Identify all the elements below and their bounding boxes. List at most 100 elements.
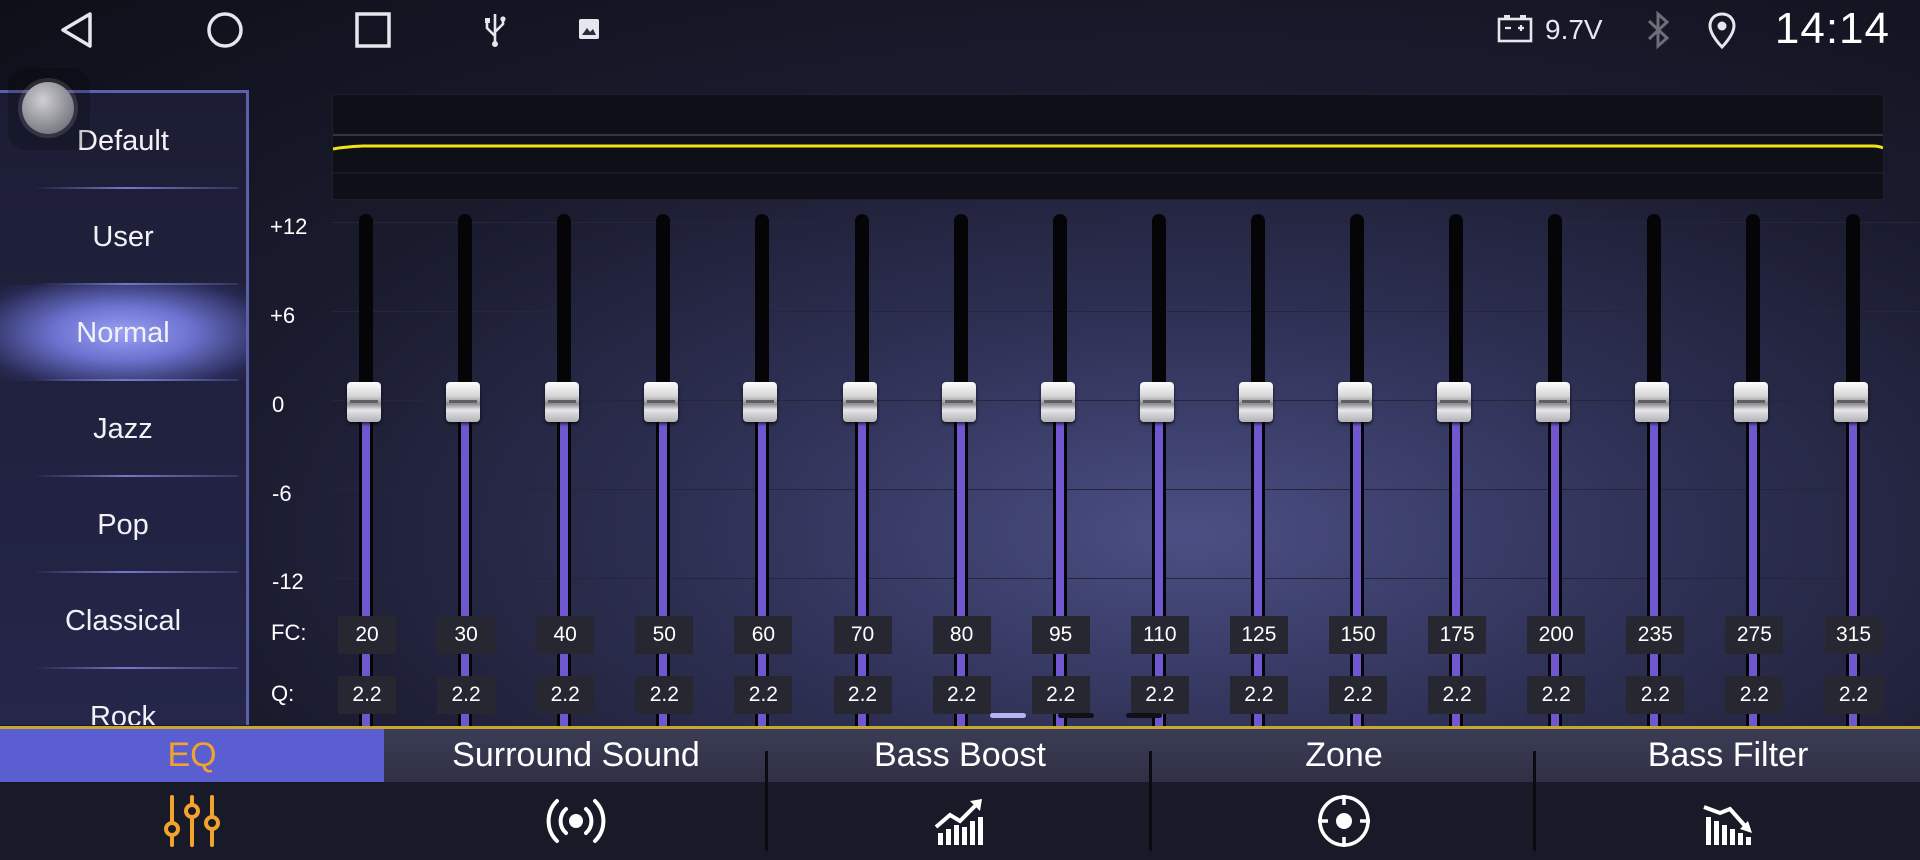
q-value[interactable]: 2.2	[1527, 676, 1586, 714]
back-icon[interactable]	[58, 10, 94, 50]
slider-track-lower[interactable]	[755, 402, 770, 782]
fc-value[interactable]: 125	[1229, 616, 1288, 654]
fc-value[interactable]: 30	[437, 616, 496, 654]
slider-track-lower[interactable]	[1449, 402, 1464, 782]
slider-track-lower[interactable]	[1350, 402, 1364, 782]
slider-knob[interactable]	[1635, 382, 1670, 422]
slider-track-upper[interactable]	[557, 214, 572, 402]
slider-knob[interactable]	[1238, 382, 1273, 422]
preset-list[interactable]: Default User Normal Jazz Pop Classical R…	[0, 90, 249, 725]
page-dot-active[interactable]	[990, 713, 1026, 718]
q-value[interactable]: 2.2	[932, 676, 991, 714]
slider-track-upper[interactable]	[458, 214, 473, 402]
tab-zone[interactable]: Zone	[1152, 729, 1536, 860]
slider-track-lower[interactable]	[557, 402, 572, 782]
fc-value[interactable]: 175	[1428, 616, 1487, 654]
fc-value[interactable]: 315	[1824, 616, 1883, 654]
slider-track-upper[interactable]	[1845, 214, 1860, 402]
preset-item-classical[interactable]: Classical	[0, 573, 246, 669]
tab-bass-filter[interactable]: Bass Filter	[1536, 729, 1920, 860]
tab-surround-sound[interactable]: Surround Sound	[384, 729, 768, 860]
slider-track-lower[interactable]	[656, 402, 671, 782]
slider-track-upper[interactable]	[1250, 214, 1265, 402]
fc-value[interactable]: 40	[536, 616, 595, 654]
page-dot[interactable]	[1058, 713, 1094, 718]
fc-value[interactable]: 110	[1130, 616, 1189, 654]
recents-icon[interactable]	[355, 12, 391, 48]
slider-knob[interactable]	[1338, 382, 1372, 422]
slider-track-lower[interactable]	[1052, 402, 1067, 782]
slider-track-upper[interactable]	[1052, 214, 1067, 402]
assistive-touch-button[interactable]	[8, 68, 90, 150]
slider-track-lower[interactable]	[1250, 402, 1265, 782]
q-value[interactable]: 2.2	[1824, 676, 1883, 714]
preset-item-pop[interactable]: Pop	[0, 477, 246, 573]
preset-item-jazz[interactable]: Jazz	[0, 381, 246, 477]
fc-value[interactable]: 200	[1527, 616, 1586, 654]
q-value[interactable]: 2.2	[437, 676, 496, 714]
q-value[interactable]: 2.2	[635, 676, 694, 714]
q-value[interactable]: 2.2	[338, 676, 396, 714]
home-icon[interactable]	[205, 10, 245, 50]
fc-value[interactable]: 235	[1626, 616, 1685, 654]
fc-value[interactable]: 20	[338, 616, 396, 654]
q-value[interactable]: 2.2	[1229, 676, 1288, 714]
q-value[interactable]: 2.2	[833, 676, 892, 714]
slider-knob[interactable]	[446, 382, 481, 422]
slider-knob[interactable]	[644, 382, 679, 422]
fc-value[interactable]: 95	[1031, 616, 1090, 654]
fc-value[interactable]: 60	[734, 616, 793, 654]
q-value[interactable]: 2.2	[536, 676, 595, 714]
q-value[interactable]: 2.2	[1428, 676, 1487, 714]
slider-track-upper[interactable]	[656, 214, 671, 402]
q-value[interactable]: 2.2	[1725, 676, 1784, 714]
slider-knob[interactable]	[1833, 382, 1868, 422]
q-value[interactable]: 2.2	[1626, 676, 1685, 714]
slider-track-lower[interactable]	[953, 402, 968, 782]
q-value[interactable]: 2.2	[734, 676, 793, 714]
preset-item-user[interactable]: User	[0, 189, 246, 285]
q-value[interactable]: 2.2	[1329, 676, 1387, 714]
slider-track-lower[interactable]	[1746, 402, 1761, 782]
slider-knob[interactable]	[941, 382, 976, 422]
slider-knob[interactable]	[743, 382, 778, 422]
preset-item-normal[interactable]: Normal	[0, 285, 246, 381]
slider-track-lower[interactable]	[1151, 402, 1166, 782]
slider-knob[interactable]	[1734, 382, 1769, 422]
slider-track-lower[interactable]	[1548, 402, 1563, 782]
slider-track-upper[interactable]	[1350, 214, 1364, 402]
slider-track-lower[interactable]	[359, 402, 373, 782]
slider-knob[interactable]	[1536, 382, 1571, 422]
slider-track-upper[interactable]	[953, 214, 968, 402]
slider-knob[interactable]	[1040, 382, 1075, 422]
preset-item-rock[interactable]: Rock	[0, 669, 246, 726]
slider-knob[interactable]	[545, 382, 580, 422]
slider-track-lower[interactable]	[1845, 402, 1860, 782]
slider-track-upper[interactable]	[359, 214, 373, 402]
q-value[interactable]: 2.2	[1031, 676, 1090, 714]
fc-value[interactable]: 80	[932, 616, 991, 654]
slider-track-upper[interactable]	[755, 214, 770, 402]
q-value[interactable]: 2.2	[1130, 676, 1189, 714]
fc-value[interactable]: 70	[833, 616, 892, 654]
slider-track-upper[interactable]	[854, 214, 869, 402]
fc-value[interactable]: 50	[635, 616, 694, 654]
tab-eq[interactable]: EQ	[0, 729, 384, 860]
slider-knob[interactable]	[842, 382, 877, 422]
fc-value[interactable]: 275	[1725, 616, 1784, 654]
slider-track-lower[interactable]	[1647, 402, 1662, 782]
slider-track-upper[interactable]	[1548, 214, 1563, 402]
slider-knob[interactable]	[347, 382, 381, 422]
slider-knob[interactable]	[1437, 382, 1472, 422]
slider-track-lower[interactable]	[854, 402, 869, 782]
slider-track-lower[interactable]	[458, 402, 473, 782]
page-dot[interactable]	[1126, 713, 1162, 718]
slider-track-upper[interactable]	[1449, 214, 1464, 402]
slider-track-upper[interactable]	[1151, 214, 1166, 402]
slider-knob[interactable]	[1139, 382, 1174, 422]
slider-track-upper[interactable]	[1647, 214, 1662, 402]
tab-bass-boost[interactable]: Bass Boost	[768, 729, 1152, 860]
slider-track-upper[interactable]	[1746, 214, 1761, 402]
broadcast-icon	[546, 799, 606, 843]
fc-value[interactable]: 150	[1329, 616, 1387, 654]
